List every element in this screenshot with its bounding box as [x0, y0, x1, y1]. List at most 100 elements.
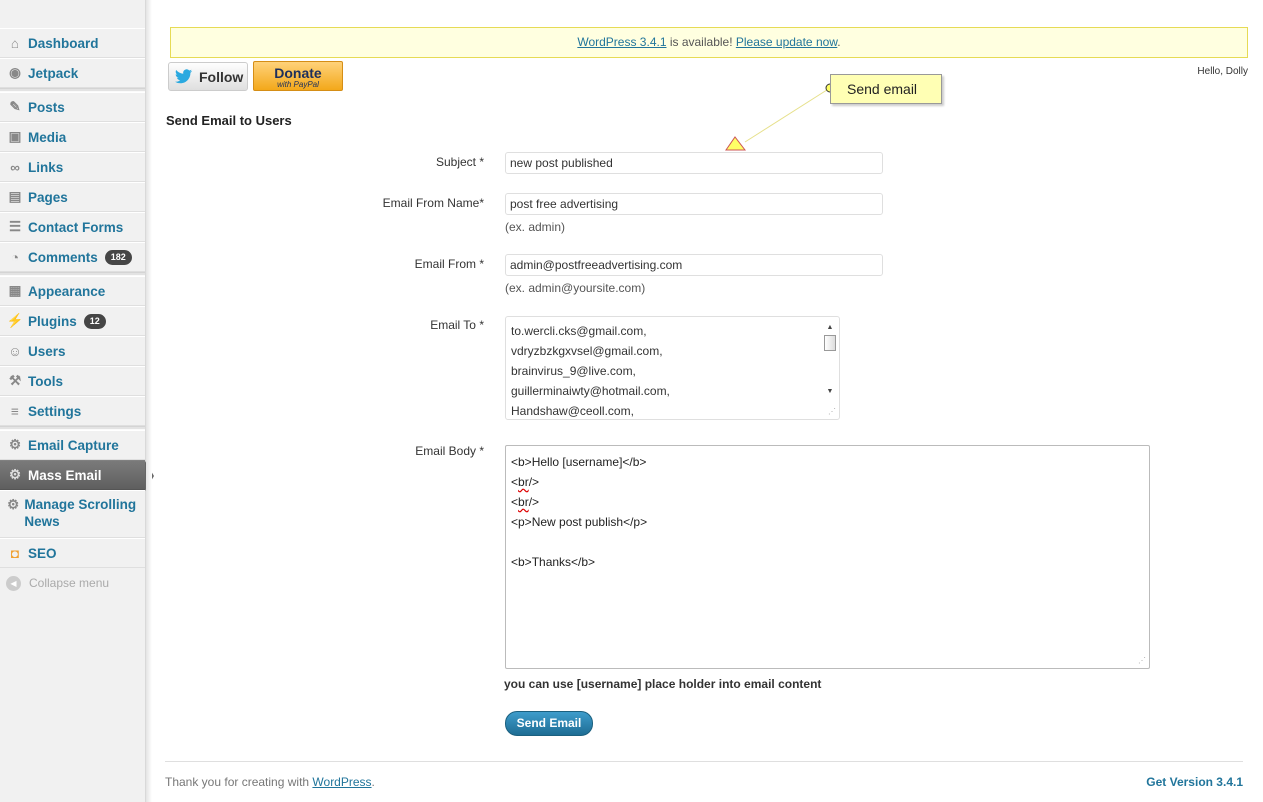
resize-grip-icon[interactable]: ⋰: [828, 408, 836, 416]
email-from-label: Email From *: [414, 257, 484, 271]
sidebar-item-label: Media: [28, 129, 67, 145]
sidebar-item-label: Comments: [28, 249, 98, 265]
sidebar-item-label: Manage Scrolling News: [24, 497, 137, 529]
sidebar-item-dashboard[interactable]: ⌂ Dashboard: [0, 28, 145, 58]
jetpack-icon: ◉: [9, 65, 21, 80]
sidebar-item-label: Links: [28, 159, 64, 175]
gear-icon: ⚙: [7, 496, 20, 512]
sidebar-item-label: Plugins: [28, 313, 77, 329]
email-to-line: guillerminaiwty@hotmail.com,: [511, 384, 670, 398]
email-to-line: vdryzbzkgxvsel@gmail.com,: [511, 344, 663, 358]
wordpress-link[interactable]: WordPress: [312, 775, 371, 789]
sidebar-item-tools[interactable]: ⚒ Tools: [0, 366, 145, 396]
howdy-greeting[interactable]: Hello, Dolly: [1197, 66, 1248, 77]
donate-sub-label: with PayPal: [277, 80, 319, 89]
sidebar-item-label: Jetpack: [28, 65, 79, 81]
gear-icon: ⚙: [8, 467, 22, 482]
follow-label: Follow: [199, 68, 244, 85]
page-title: Send Email to Users: [166, 113, 292, 128]
scroll-down-icon[interactable]: ▼: [823, 385, 837, 399]
update-notice: WordPress 3.4.1 is available! Please upd…: [170, 27, 1248, 58]
sidebar-item-posts[interactable]: ✎ Posts: [0, 92, 145, 122]
from-name-input[interactable]: [505, 193, 883, 215]
sidebar-item-label: Tools: [28, 373, 63, 389]
sidebar-item-appearance[interactable]: ▦ Appearance: [0, 276, 145, 306]
footer-text-end: .: [371, 775, 375, 789]
admin-sidebar: ⌂ Dashboard ◉ Jetpack ✎ Posts ▣ Media ∞ Links ▤ Pag…: [0, 0, 154, 802]
sidebar-item-contact-forms[interactable]: ☰ Contact Forms: [0, 212, 145, 242]
email-body-label: Email Body *: [415, 444, 484, 458]
email-from-input[interactable]: [505, 254, 883, 276]
count-badge: 12: [83, 313, 106, 329]
sidebar-item-seo[interactable]: ◘ SEO: [0, 538, 145, 568]
email-body-line: [511, 532, 1149, 552]
sidebar-item-label: Users: [28, 343, 66, 359]
settings-icon: ≡: [11, 403, 19, 419]
email-body-line: <p>New post publish</p>: [511, 515, 648, 529]
email-to-scrollbar[interactable]: ▲ ▼: [823, 321, 837, 399]
footer-credit: Thank you for creating with WordPress.: [165, 775, 375, 789]
email-to-line: brainvirus_9@live.com,: [511, 364, 636, 378]
sidebar-item-jetpack[interactable]: ◉ Jetpack: [0, 58, 145, 88]
email-body-line: <b>Thanks</b>: [511, 555, 596, 569]
sidebar-item-label: Appearance: [28, 283, 106, 299]
email-to-content: to.wercli.cks@gmail.com, vdryzbzkgxvsel@g…: [506, 317, 839, 419]
subject-input[interactable]: [505, 152, 883, 174]
sidebar-item-settings[interactable]: ≡ Settings: [0, 396, 145, 426]
email-body-line: <br/>: [511, 495, 540, 509]
sidebar-item-links[interactable]: ∞ Links: [0, 152, 145, 182]
email-to-line: to.wercli.cks@gmail.com,: [511, 324, 647, 338]
sidebar-item-label: Settings: [28, 403, 82, 419]
send-email-button[interactable]: Send Email: [505, 711, 593, 736]
media-icon: ▣: [8, 129, 22, 144]
sidebar-item-label: Contact Forms: [28, 219, 124, 235]
donate-label: Donate: [274, 65, 322, 81]
sidebar-item-label: SEO: [28, 545, 57, 561]
sidebar-shadow: [146, 0, 152, 802]
collapse-menu-button[interactable]: ◀ Collapse menu: [0, 568, 145, 598]
contact-forms-icon: ☰: [8, 219, 22, 234]
callout-pointer: [725, 83, 835, 151]
sidebar-item-media[interactable]: ▣ Media: [0, 122, 145, 152]
update-now-link[interactable]: Please update now: [736, 35, 837, 49]
count-badge: 182: [104, 249, 132, 265]
paypal-donate-button[interactable]: Donate with PayPal: [253, 61, 343, 91]
footer-text: Thank you for creating with: [165, 775, 313, 789]
email-to-textarea[interactable]: to.wercli.cks@gmail.com, vdryzbzkgxvsel@g…: [505, 316, 840, 420]
email-body-content: <b>Hello [username]</b> <br/> <br/> <p>New …: [506, 446, 1149, 572]
sidebar-item-pages[interactable]: ▤ Pages: [0, 182, 145, 212]
email-to-line: Handshaw@ceoll.com,: [511, 404, 634, 418]
gear-icon: ⚙: [8, 437, 22, 452]
dashboard-icon: ⌂: [10, 35, 20, 51]
resize-grip-icon[interactable]: ⋰: [1138, 657, 1146, 665]
twitter-follow-button[interactable]: Follow: [168, 62, 248, 91]
scroll-track[interactable]: [823, 351, 837, 385]
appearance-icon: ▦: [8, 283, 22, 298]
pages-icon: ▤: [8, 189, 22, 204]
email-body-line: <b>Hello [username]</b>: [511, 455, 647, 469]
sidebar-item-label: Email Capture: [28, 437, 119, 453]
collapse-menu-label: Collapse menu: [29, 576, 110, 590]
sidebar-item-manage-scrolling-news[interactable]: ⚙ Manage Scrolling News: [0, 490, 145, 538]
notice-text: is available!: [666, 35, 736, 49]
twitter-bird-icon: [175, 69, 193, 84]
scroll-up-icon[interactable]: ▲: [823, 321, 837, 335]
links-icon: ∞: [10, 159, 20, 175]
sidebar-item-mass-email[interactable]: ⚙ Mass Email: [0, 460, 154, 491]
wordpress-version-link[interactable]: WordPress 3.4.1: [577, 35, 666, 49]
sidebar-item-plugins[interactable]: ⚡ Plugins 12: [0, 306, 145, 336]
comments-icon: ◔: [10, 249, 20, 265]
scroll-thumb[interactable]: [824, 335, 836, 351]
email-body-line: <br/>: [511, 475, 540, 489]
tools-icon: ⚒: [8, 373, 22, 388]
email-from-hint: (ex. admin@yoursite.com): [505, 281, 646, 295]
sidebar-item-label: Pages: [28, 189, 68, 205]
get-version-link[interactable]: Get Version 3.4.1: [1146, 775, 1243, 789]
footer-divider: [165, 761, 1243, 762]
sidebar-item-comments[interactable]: ◔ Comments 182: [0, 242, 145, 272]
sidebar-item-email-capture[interactable]: ⚙ Email Capture: [0, 430, 145, 460]
send-email-callout: Send email: [830, 74, 942, 104]
sidebar-item-users[interactable]: ☺ Users: [0, 336, 145, 366]
from-name-label: Email From Name*: [382, 196, 484, 210]
email-body-textarea[interactable]: <b>Hello [username]</b> <br/> <br/> <p>New …: [505, 445, 1150, 669]
